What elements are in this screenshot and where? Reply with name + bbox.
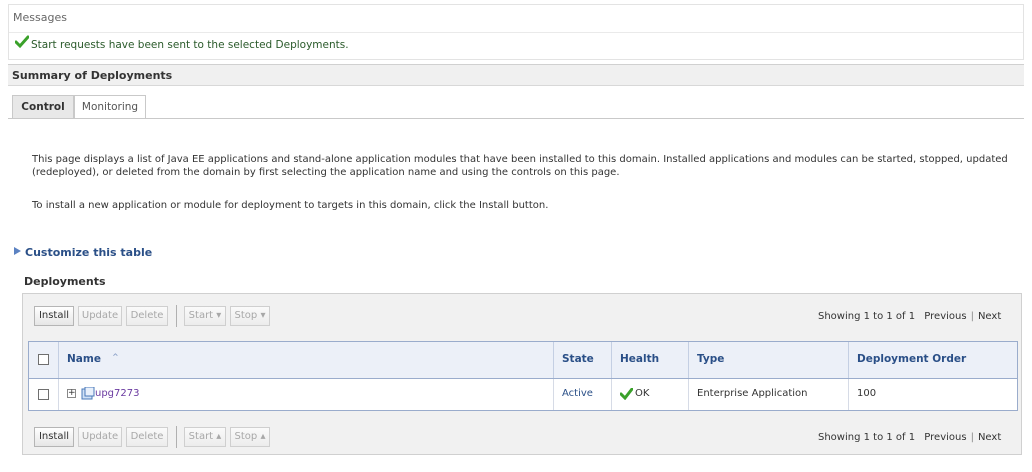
sort-icon[interactable]: ⌃ xyxy=(111,352,120,364)
stop-label: Stop xyxy=(234,310,258,321)
update-button-top[interactable]: Update xyxy=(78,306,122,326)
delete-button-bottom[interactable]: Delete xyxy=(126,427,168,447)
state-value: Active xyxy=(562,388,593,399)
start-label: Start xyxy=(188,310,214,321)
messages-divider xyxy=(9,32,1023,33)
toolbar-separator xyxy=(176,305,177,327)
deployment-name-link[interactable]: upg7273 xyxy=(95,388,139,399)
tab-monitoring[interactable]: Monitoring xyxy=(74,95,146,119)
health-value: OK xyxy=(635,388,650,399)
stop-dropdown-top[interactable]: Stop ▾ xyxy=(230,306,270,326)
row-state-cell: Active xyxy=(554,379,612,410)
type-value: Enterprise Application xyxy=(697,388,808,399)
page-description: This page displays a list of Java EE app… xyxy=(32,154,1008,178)
chevron-down-icon: ▾ xyxy=(257,310,266,321)
table-header-select xyxy=(29,342,59,378)
delete-button-top[interactable]: Delete xyxy=(126,306,168,326)
paging-divider: | xyxy=(970,311,974,322)
customize-table-link[interactable]: Customize this table xyxy=(14,246,152,259)
previous-link[interactable]: Previous xyxy=(924,311,966,322)
row-health-cell: OK xyxy=(612,379,689,410)
expand-arrow-icon xyxy=(14,247,21,255)
checkmark-icon xyxy=(15,35,29,49)
paging-summary: Showing 1 to 1 of 1 xyxy=(818,311,916,322)
order-value: 100 xyxy=(857,388,877,399)
messages-panel: Messages Start requests have been sent t… xyxy=(8,4,1024,60)
start-label: Start xyxy=(188,431,214,442)
paging-divider: | xyxy=(970,432,974,443)
update-button-bottom[interactable]: Update xyxy=(78,427,122,447)
tab-divider xyxy=(8,118,1024,119)
paging-top: Showing 1 to 1 of 1 Previous | Next xyxy=(818,311,1001,322)
tab-control[interactable]: Control xyxy=(12,95,74,119)
chevron-down-icon: ▾ xyxy=(213,310,222,321)
stop-label: Stop xyxy=(234,431,258,442)
install-instructions: To install a new application or module f… xyxy=(32,200,549,211)
tab-control-label: Control xyxy=(21,101,65,113)
row-order-cell: 100 xyxy=(849,379,1017,410)
summary-title: Summary of Deployments xyxy=(12,69,173,82)
toolbar-separator xyxy=(176,426,177,448)
column-header-deployment-order[interactable]: Deployment Order xyxy=(849,342,1017,378)
start-dropdown-bottom[interactable]: Start ▴ xyxy=(184,427,226,447)
column-order-label: Deployment Order xyxy=(857,353,967,365)
select-all-checkbox[interactable] xyxy=(38,354,49,365)
expand-plus-icon[interactable]: + xyxy=(67,389,76,398)
summary-header: Summary of Deployments xyxy=(8,64,1024,86)
install-button-top[interactable]: Install xyxy=(34,306,74,326)
paging-summary: Showing 1 to 1 of 1 xyxy=(818,432,916,443)
messages-header: Messages xyxy=(13,11,67,24)
column-name-label: Name xyxy=(67,353,101,365)
row-select-cell xyxy=(29,379,59,410)
tab-monitoring-label: Monitoring xyxy=(81,101,139,113)
column-header-name[interactable]: Name ⌃ xyxy=(59,342,554,378)
deployments-table: Name ⌃ State Health Type Deployment Orde… xyxy=(28,341,1018,411)
row-checkbox[interactable] xyxy=(38,389,49,400)
deployments-title: Deployments xyxy=(24,275,106,288)
chevron-up-icon: ▴ xyxy=(257,431,266,442)
chevron-up-icon: ▴ xyxy=(213,431,222,442)
install-button-bottom[interactable]: Install xyxy=(34,427,74,447)
column-header-health[interactable]: Health xyxy=(612,342,689,378)
stop-dropdown-bottom[interactable]: Stop ▴ xyxy=(230,427,270,447)
application-icon xyxy=(81,387,95,400)
column-header-state[interactable]: State xyxy=(554,342,612,378)
start-dropdown-top[interactable]: Start ▾ xyxy=(184,306,226,326)
paging-bottom: Showing 1 to 1 of 1 Previous | Next xyxy=(818,432,1001,443)
column-type-label: Type xyxy=(697,353,725,365)
column-health-label: Health xyxy=(620,353,660,365)
column-header-type[interactable]: Type xyxy=(689,342,849,378)
column-state-label: State xyxy=(562,353,594,365)
next-link[interactable]: Next xyxy=(978,311,1001,322)
previous-link[interactable]: Previous xyxy=(924,432,966,443)
next-link[interactable]: Next xyxy=(978,432,1001,443)
message-text: Start requests have been sent to the sel… xyxy=(31,39,349,51)
row-name-cell: + upg7273 xyxy=(59,379,554,410)
ok-check-icon xyxy=(620,388,633,400)
customize-link-text: Customize this table xyxy=(25,246,153,259)
row-type-cell: Enterprise Application xyxy=(689,379,849,410)
